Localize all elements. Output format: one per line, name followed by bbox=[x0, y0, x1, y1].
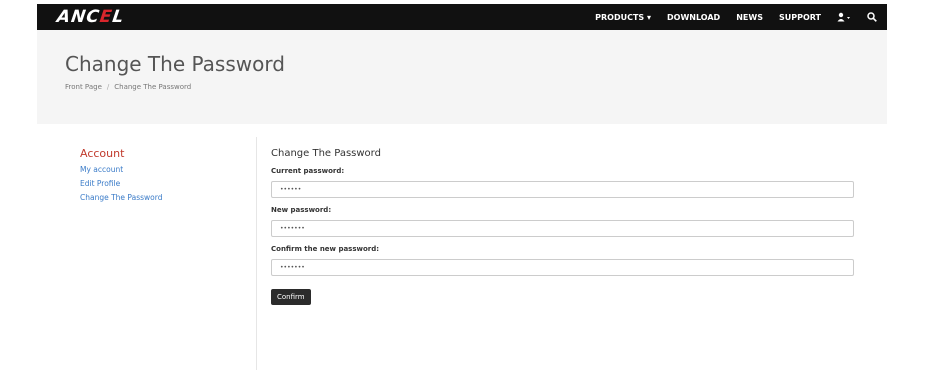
current-password-field[interactable] bbox=[271, 181, 854, 198]
account-sidebar: Account My account Edit Profile Change T… bbox=[80, 147, 250, 207]
nav-download[interactable]: DOWNLOAD bbox=[667, 13, 720, 22]
new-password-label: New password: bbox=[271, 206, 332, 214]
new-password-field[interactable] bbox=[271, 220, 854, 237]
sidebar-title: Account bbox=[80, 147, 125, 160]
change-password-form: Change The Password Current password: Ne… bbox=[271, 148, 854, 305]
brand-logo[interactable]: ANCEL bbox=[56, 7, 126, 27]
breadcrumb-current: Change The Password bbox=[114, 83, 192, 91]
form-title: Change The Password bbox=[271, 148, 381, 159]
search-icon[interactable] bbox=[867, 12, 877, 22]
breadcrumb-separator: / bbox=[106, 83, 110, 91]
page-title: Change The Password bbox=[65, 52, 285, 76]
nav-support[interactable]: SUPPORT bbox=[779, 13, 821, 22]
breadcrumb-home[interactable]: Front Page bbox=[65, 83, 102, 91]
page-header: Change The Password Front Page / Change Th… bbox=[37, 30, 887, 124]
sidebar-item-edit-profile[interactable]: Edit Profile bbox=[80, 179, 250, 188]
nav-news[interactable]: NEWS bbox=[736, 13, 763, 22]
content-divider bbox=[256, 137, 257, 370]
user-icon[interactable] bbox=[837, 12, 851, 22]
sidebar-item-change-password[interactable]: Change The Password bbox=[80, 193, 250, 202]
breadcrumb: Front Page / Change The Password bbox=[65, 83, 191, 91]
nav-links: PRODUCTS ▾ DOWNLOAD NEWS SUPPORT bbox=[579, 4, 877, 30]
current-password-label: Current password: bbox=[271, 167, 345, 175]
confirm-password-label: Confirm the new password: bbox=[271, 245, 380, 253]
top-navbar: ANCEL PRODUCTS ▾ DOWNLOAD NEWS SUPPORT bbox=[37, 4, 887, 30]
sidebar-item-my-account[interactable]: My account bbox=[80, 165, 250, 174]
nav-products[interactable]: PRODUCTS ▾ bbox=[595, 13, 651, 22]
confirm-button[interactable]: Confirm bbox=[271, 289, 311, 305]
confirm-password-field[interactable] bbox=[271, 259, 854, 276]
